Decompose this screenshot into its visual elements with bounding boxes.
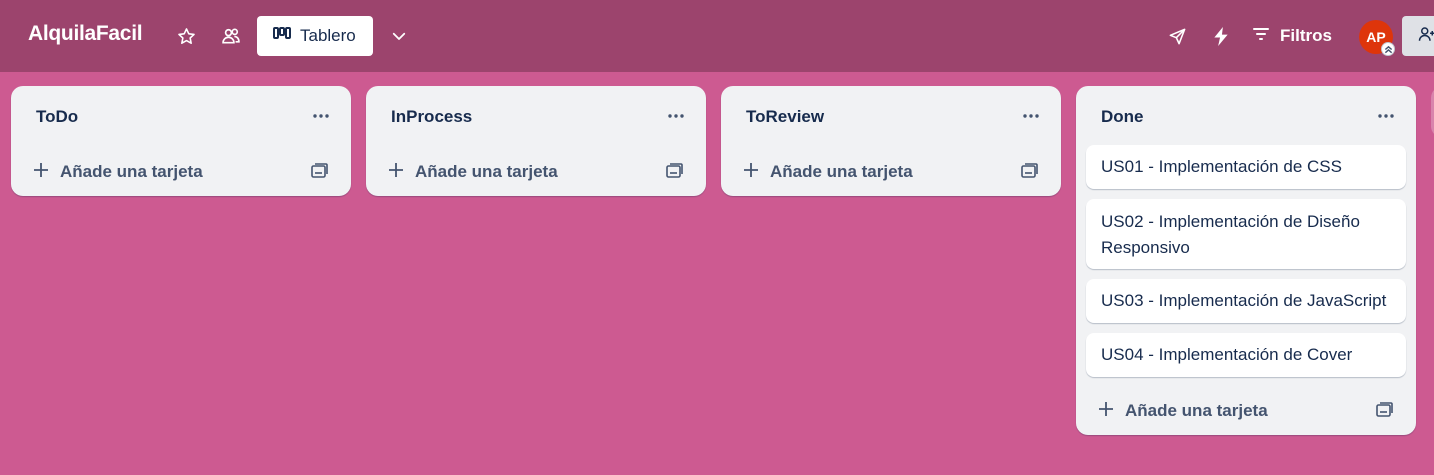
add-card-label: Añade una tarjeta — [770, 162, 913, 181]
list-title[interactable]: ToReview — [746, 107, 824, 127]
list-title[interactable]: ToDo — [36, 107, 78, 127]
add-card-label: Añade una tarjeta — [60, 162, 203, 181]
list-header: Done — [1076, 86, 1416, 148]
list-header: ToDo — [11, 86, 351, 148]
filter-icon — [1252, 26, 1270, 46]
card-template-icon[interactable] — [1019, 160, 1039, 182]
card-template-icon[interactable] — [1374, 399, 1394, 421]
plus-icon — [388, 162, 404, 183]
plus-icon — [33, 162, 49, 183]
list-header: InProcess — [366, 86, 706, 148]
list-todo[interactable]: ToDo Añade una tarjeta — [11, 86, 351, 196]
share-button[interactable] — [1402, 16, 1434, 56]
filters-button[interactable]: Filtros — [1252, 20, 1332, 52]
chevron-down-icon[interactable] — [383, 20, 415, 52]
list-inprocess[interactable]: InProcess Añade una tarjeta — [366, 86, 706, 196]
add-card-row: Añade una tarjeta — [366, 148, 706, 196]
card[interactable]: US03 - Implementación de JavaScript — [1086, 279, 1406, 323]
more-icon[interactable] — [664, 104, 688, 128]
add-card-button[interactable]: Añade una tarjeta — [1098, 397, 1268, 425]
card-template-icon[interactable] — [309, 160, 329, 182]
add-card-row: Añade una tarjeta — [1076, 387, 1416, 435]
add-card-button[interactable]: Añade una tarjeta — [33, 158, 203, 186]
list-done[interactable]: Done US01 - Implementación de CSS US02 -… — [1076, 86, 1416, 435]
more-icon[interactable] — [1019, 104, 1043, 128]
admin-badge-icon — [1381, 42, 1395, 56]
lightning-icon[interactable] — [1205, 20, 1237, 52]
board-view-label: Tablero — [300, 26, 356, 45]
board-header: AlquilaFacil Tablero Filtros AP — [0, 0, 1434, 72]
add-card-button[interactable]: Añade una tarjeta — [388, 158, 558, 186]
add-card-label: Añade una tarjeta — [415, 162, 558, 181]
list-title[interactable]: Done — [1101, 107, 1144, 127]
card-template-icon[interactable] — [664, 160, 684, 182]
filters-label: Filtros — [1280, 26, 1332, 45]
card[interactable]: US04 - Implementación de Cover — [1086, 333, 1406, 377]
star-icon[interactable] — [170, 20, 202, 52]
board-view-button[interactable]: Tablero — [257, 16, 373, 56]
add-card-row: Añade una tarjeta — [11, 148, 351, 196]
board-title[interactable]: AlquilaFacil — [28, 22, 143, 46]
list-header: ToReview — [721, 86, 1061, 148]
add-card-row: Añade una tarjeta — [721, 148, 1061, 196]
list-title[interactable]: InProcess — [391, 107, 472, 127]
add-card-label: Añade una tarjeta — [1125, 401, 1268, 420]
plus-icon — [743, 162, 759, 183]
rocket-icon[interactable] — [1161, 20, 1193, 52]
add-member-icon — [1418, 25, 1434, 48]
card[interactable]: US02 - Implementación de Diseño Responsi… — [1086, 199, 1406, 269]
add-card-button[interactable]: Añade una tarjeta — [743, 158, 913, 186]
card[interactable]: US01 - Implementación de CSS — [1086, 145, 1406, 189]
plus-icon — [1098, 401, 1114, 422]
board-view-icon — [273, 26, 291, 46]
more-icon[interactable] — [1374, 104, 1398, 128]
more-icon[interactable] — [309, 104, 333, 128]
avatar[interactable]: AP — [1359, 20, 1395, 56]
list-toreview[interactable]: ToReview Añade una tarjeta — [721, 86, 1061, 196]
card-list: US01 - Implementación de CSS US02 - Impl… — [1076, 145, 1416, 377]
workspace-visible-icon[interactable] — [215, 20, 247, 52]
